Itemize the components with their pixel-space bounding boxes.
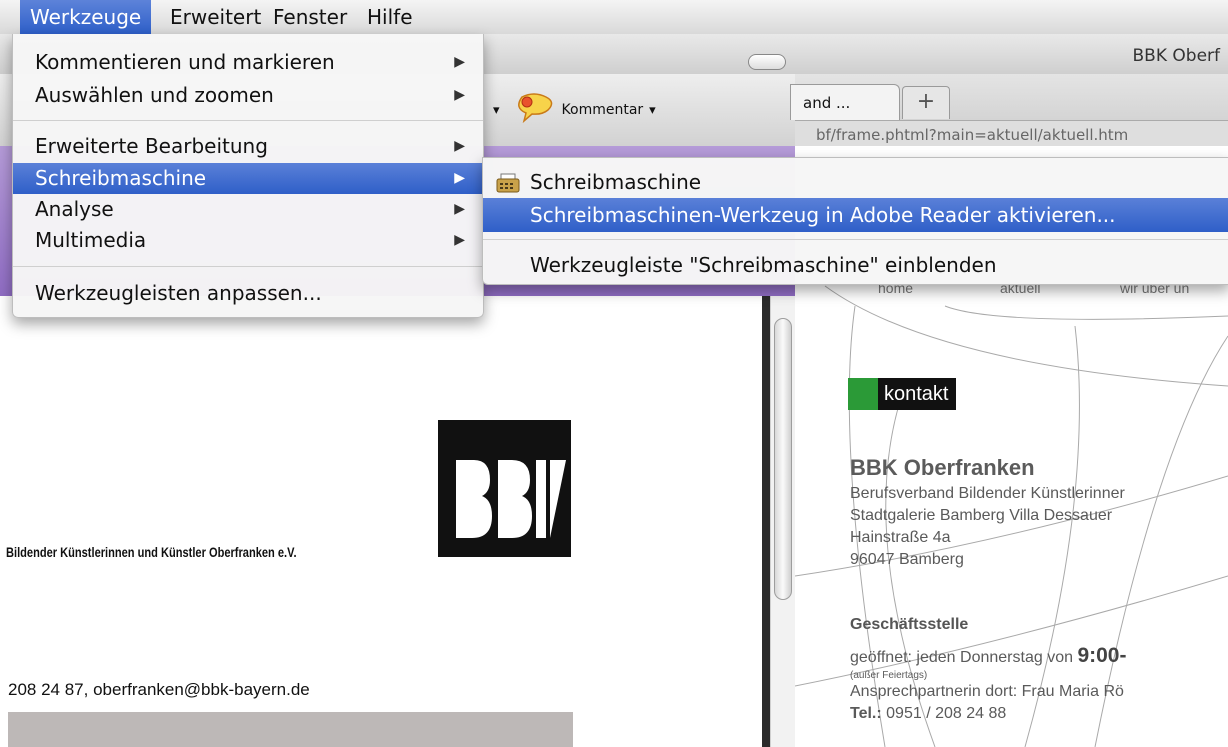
split-divider[interactable]: [762, 296, 770, 747]
menu-hilfe[interactable]: Hilfe: [357, 0, 423, 34]
menu-item-schreibmaschine[interactable]: Schreibmaschine ▶: [13, 163, 483, 194]
address-line: Berufsverband Bildender Künstlerinner: [850, 485, 1125, 502]
tel-label: Tel.:: [850, 705, 882, 722]
kontakt-green-marker: [848, 378, 878, 410]
menu-item-auswaehlen[interactable]: Auswählen und zoomen ▶: [13, 82, 483, 109]
dropdown-caret-icon: ▾: [493, 102, 500, 118]
submenu-item-label: Schreibmaschinen-Werkzeug in Adobe Reade…: [530, 203, 1116, 227]
comment-bubble-icon: [517, 93, 552, 124]
kontakt-section-label: kontakt: [848, 378, 957, 410]
bbk-logo: [438, 420, 571, 557]
contact-person: Ansprechpartnerin dort: Frau Maria Rö: [850, 683, 1124, 700]
address-line: Stadtgalerie Bamberg Villa Dessauer: [850, 507, 1113, 524]
menu-item-label: Analyse: [35, 197, 114, 221]
document-contact-line: 208 24 87, oberfranken@bbk-bayern.de: [8, 680, 310, 699]
kontakt-label: kontakt: [878, 378, 957, 410]
menu-item-label: Erweiterte Bearbeitung: [35, 134, 268, 158]
werkzeuge-menu: Kommentieren und markieren ▶ Auswählen u…: [12, 34, 484, 318]
opening-hours: geöffnet: jeden Donnerstag von 9:00-: [850, 644, 1126, 668]
submenu-arrow-icon: ▶: [454, 170, 465, 186]
browser-tab[interactable]: and ...: [790, 84, 900, 120]
office-heading: Geschäftsstelle: [850, 616, 969, 633]
menu-werkzeuge[interactable]: Werkzeuge: [20, 0, 152, 34]
submenu-arrow-icon: ▶: [454, 138, 465, 154]
submenu-item-schreibmaschine[interactable]: Schreibmaschine: [483, 164, 1228, 200]
menu-item-label: Kommentieren und markieren: [35, 50, 335, 74]
menu-separator: [13, 266, 483, 267]
menu-item-label: Auswählen und zoomen: [35, 83, 274, 107]
menu-item-label: Schreibmaschine: [35, 166, 207, 190]
address-bar-url: bf/frame.phtml?main=aktuell/aktuell.htm: [816, 126, 1129, 144]
telephone: Tel.: 0951 / 208 24 88: [850, 705, 1006, 723]
scrollbar-thumb[interactable]: [774, 318, 792, 600]
schreibmaschine-submenu: Schreibmaschine Schreibmaschinen-Werkzeu…: [482, 157, 1228, 285]
submenu-item-werkzeugleiste-einblenden[interactable]: Werkzeugleiste "Schreibmaschine" einblen…: [483, 247, 1228, 283]
kommentar-button[interactable]: ▾ Kommentar ▾: [493, 91, 656, 129]
address-line: Hainstraße 4a: [850, 529, 951, 546]
menu-item-analyse[interactable]: Analyse ▶: [13, 196, 483, 223]
document-tagline: Bildender Künstlerinnen und Künstler Obe…: [6, 545, 297, 560]
bbk-logo-mark: [438, 420, 571, 557]
submenu-item-werkzeug-aktivieren[interactable]: Schreibmaschinen-Werkzeug in Adobe Reade…: [483, 198, 1228, 232]
menu-item-kommentieren[interactable]: Kommentieren und markieren ▶: [13, 49, 483, 76]
submenu-item-label: Werkzeugleiste "Schreibmaschine" einblen…: [530, 253, 997, 277]
submenu-arrow-icon: ▶: [454, 87, 465, 103]
submenu-item-label: Schreibmaschine: [530, 170, 702, 194]
menu-item-label: Multimedia: [35, 228, 147, 252]
menu-fenster[interactable]: Fenster: [263, 0, 357, 34]
menubar: Werkzeuge Erweitert Fenster Hilfe: [0, 0, 1228, 35]
menu-item-erweiterte-bearbeitung[interactable]: Erweiterte Bearbeitung ▶: [13, 133, 483, 160]
page-heading: BBK Oberfranken: [850, 455, 1035, 480]
kommentar-label: Kommentar: [561, 102, 644, 118]
menu-item-werkzeugleisten-anpassen[interactable]: Werkzeugleisten anpassen...: [13, 280, 483, 307]
menu-erweitert[interactable]: Erweitert: [160, 0, 271, 34]
submenu-arrow-icon: ▶: [454, 54, 465, 70]
opening-time: 9:00-: [1077, 644, 1127, 667]
submenu-arrow-icon: ▶: [454, 201, 465, 217]
address-line: 96047 Bamberg: [850, 551, 964, 568]
menu-separator: [13, 120, 483, 121]
kommentar-caret-icon: ▾: [649, 102, 656, 118]
opening-prefix: geöffnet: jeden Donnerstag von: [850, 649, 1078, 666]
menu-item-multimedia[interactable]: Multimedia ▶: [13, 227, 483, 254]
holiday-note: (außer Feiertags): [850, 670, 928, 681]
submenu-arrow-icon: ▶: [454, 232, 465, 248]
menu-item-label: Werkzeugleisten anpassen...: [35, 281, 322, 305]
typewriter-icon: [496, 173, 520, 193]
tel-number: 0951 / 208 24 88: [881, 705, 1007, 722]
toolbar-toggle-button[interactable]: [748, 54, 786, 70]
menu-separator: [483, 239, 1228, 240]
browser-window-title: BBK Oberf: [1132, 46, 1220, 66]
new-tab-button[interactable]: +: [902, 86, 950, 119]
document-footer-bar: [8, 712, 573, 747]
